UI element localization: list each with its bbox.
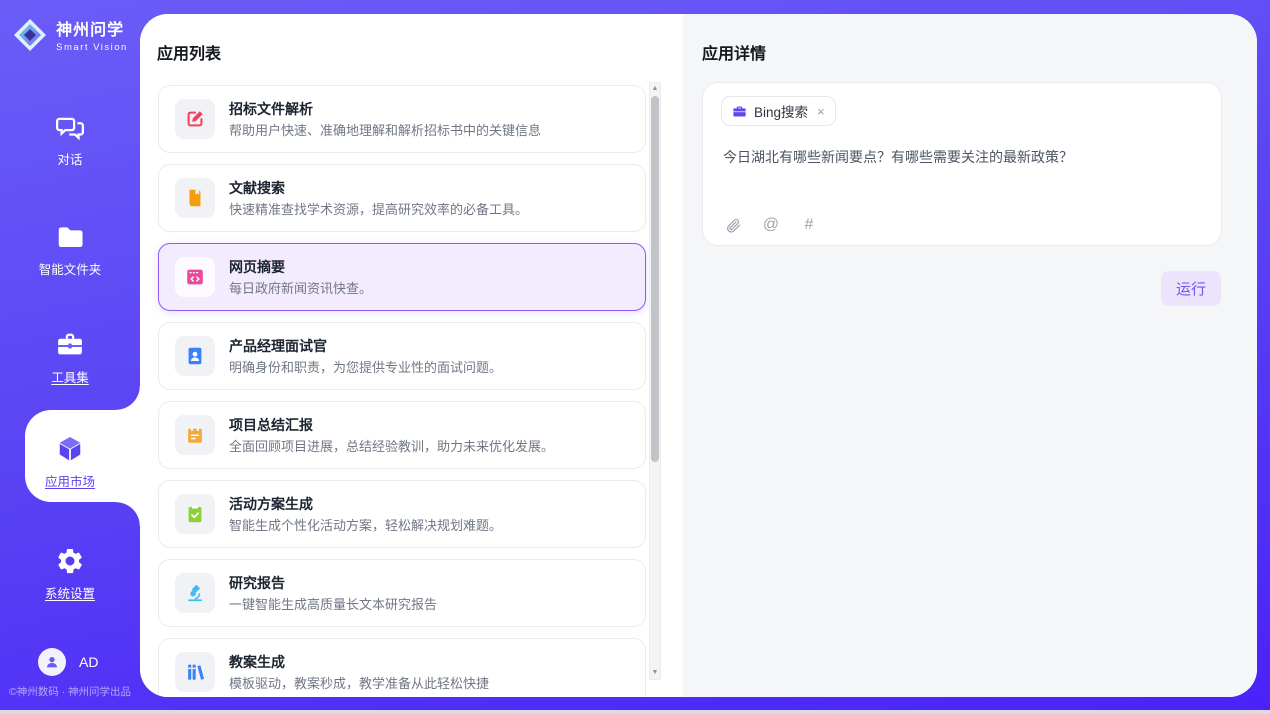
chat-icon [55, 112, 85, 142]
app-desc: 帮助用户快速、准确地理解和解析招标书中的关键信息 [229, 122, 541, 139]
briefcase-icon [732, 104, 747, 119]
paperclip-icon[interactable] [723, 215, 743, 235]
app-detail-panel: 应用详情 Bing搜索 × 今日湖北有哪些新闻要点？有哪些需要关注的最新政策？ [683, 14, 1257, 697]
books-icon [184, 661, 206, 683]
app-icon-tile [175, 415, 215, 455]
list-item-lesson-plan[interactable]: 教案生成 模板驱动，教案秒成，教学准备从此轻松快捷 [158, 638, 646, 697]
app-icon-tile [175, 336, 215, 376]
book-icon [184, 187, 206, 209]
prompt-card: Bing搜索 × 今日湖北有哪些新闻要点？有哪些需要关注的最新政策？ @ # [702, 82, 1222, 246]
app-title: 活动方案生成 [229, 495, 502, 513]
sidebar-item-label: 智能文件夹 [39, 259, 102, 278]
toolbox-icon [55, 330, 85, 360]
scrollbar-thumb[interactable] [651, 96, 659, 462]
scroll-up-icon[interactable]: ▲ [650, 83, 660, 95]
app-icon-tile [175, 99, 215, 139]
sidebar-item-settings[interactable]: 系统设置 [0, 546, 140, 602]
app-title: 研究报告 [229, 574, 437, 592]
sidebar: 神州问学 Smart Vision 对话 智能文件夹 工具 [0, 0, 140, 714]
gear-icon [55, 546, 85, 576]
app-title: 教案生成 [229, 653, 489, 671]
cube-icon [55, 434, 85, 464]
app-title: 产品经理面试官 [229, 337, 502, 355]
list-item-event-plan[interactable]: 活动方案生成 智能生成个性化活动方案，轻松解决规划难题。 [158, 480, 646, 548]
tool-tag-label: Bing搜索 [754, 101, 808, 121]
sidebar-item-label: 系统设置 [45, 583, 95, 602]
app-icon-tile [175, 178, 215, 218]
sidebar-item-toolset[interactable]: 工具集 [0, 330, 140, 386]
sidebar-item-label: 应用市场 [45, 471, 95, 490]
content-area: 应用列表 招标文件解析 帮助用户快速、准确地理解和解析招标书中的关键信息 [140, 14, 1257, 697]
tool-tag-bing-search[interactable]: Bing搜索 × [721, 96, 836, 126]
app-title: 文献搜索 [229, 179, 528, 197]
diamond-gem-icon [12, 17, 48, 53]
interview-doc-icon [184, 345, 206, 367]
app-title: 网页摘要 [229, 258, 372, 276]
app-desc: 快速精准查找学术资源，提高研究效率的必备工具。 [229, 201, 528, 218]
sidebar-item-smart-folder[interactable]: 智能文件夹 [0, 222, 140, 278]
bottom-edge-strip [0, 710, 1270, 714]
sidebar-item-label: 对话 [57, 149, 82, 168]
app-desc: 智能生成个性化活动方案，轻松解决规划难题。 [229, 517, 502, 534]
folder-icon [55, 222, 85, 252]
sidebar-item-chat[interactable]: 对话 [0, 112, 140, 168]
user-name: AD [79, 654, 98, 670]
scroll-down-icon[interactable]: ▼ [650, 667, 660, 679]
app-desc: 全面回顾项目进展，总结经验教训，助力未来优化发展。 [229, 438, 554, 455]
person-icon [44, 654, 60, 670]
app-detail-title: 应用详情 [702, 40, 766, 64]
close-icon[interactable]: × [817, 104, 825, 119]
composer-toolbar: @ # [723, 215, 819, 235]
microscope-icon [184, 582, 206, 604]
list-item-pm-interviewer[interactable]: 产品经理面试官 明确身份和职责，为您提供专业性的面试问题。 [158, 322, 646, 390]
app-icon-tile [175, 494, 215, 534]
app-title: 项目总结汇报 [229, 416, 554, 434]
brand-name: 神州问学 [56, 16, 128, 40]
sidebar-item-app-market[interactable]: 应用市场 [0, 434, 140, 490]
list-item-project-summary[interactable]: 项目总结汇报 全面回顾项目进展，总结经验教训，助力未来优化发展。 [158, 401, 646, 469]
edit-icon [184, 108, 206, 130]
hash-icon[interactable]: # [799, 215, 819, 235]
app-icon-tile [175, 573, 215, 613]
user-account[interactable]: AD [38, 648, 98, 676]
brand-logo: 神州问学 Smart Vision [0, 16, 140, 53]
browser-code-icon [184, 266, 206, 288]
list-item-research-report[interactable]: 研究报告 一键智能生成高质量长文本研究报告 [158, 559, 646, 627]
app-title: 招标文件解析 [229, 100, 541, 118]
app-desc: 一键智能生成高质量长文本研究报告 [229, 596, 437, 613]
avatar [38, 648, 66, 676]
run-button[interactable]: 运行 [1161, 271, 1221, 306]
scrollbar[interactable]: ▲ ▼ [649, 82, 661, 680]
app-desc: 明确身份和职责，为您提供专业性的面试问题。 [229, 359, 502, 376]
app-desc: 模板驱动，教案秒成，教学准备从此轻松快捷 [229, 675, 489, 692]
app-list: 招标文件解析 帮助用户快速、准确地理解和解析招标书中的关键信息 文献搜索 快速精… [140, 14, 683, 697]
clipboard-check-icon [184, 503, 206, 525]
sidebar-item-label: 工具集 [51, 367, 89, 386]
query-input[interactable]: 今日湖北有哪些新闻要点？有哪些需要关注的最新政策？ [723, 147, 1201, 167]
list-item-web-summary[interactable]: 网页摘要 每日政府新闻资讯快查。 [158, 243, 646, 311]
app-icon-tile [175, 652, 215, 692]
list-item-bid-parse[interactable]: 招标文件解析 帮助用户快速、准确地理解和解析招标书中的关键信息 [158, 85, 646, 153]
copyright-text: ©神州数码 · 神州问学出品 [0, 684, 140, 699]
note-icon [184, 424, 206, 446]
at-icon[interactable]: @ [761, 215, 781, 235]
app-list-panel: 应用列表 招标文件解析 帮助用户快速、准确地理解和解析招标书中的关键信息 [140, 14, 683, 697]
app-frame: 神州问学 Smart Vision 对话 智能文件夹 工具 [0, 0, 1270, 714]
app-desc: 每日政府新闻资讯快查。 [229, 280, 372, 297]
list-item-literature-search[interactable]: 文献搜索 快速精准查找学术资源，提高研究效率的必备工具。 [158, 164, 646, 232]
app-icon-tile [175, 257, 215, 297]
brand-tagline: Smart Vision [56, 42, 128, 53]
